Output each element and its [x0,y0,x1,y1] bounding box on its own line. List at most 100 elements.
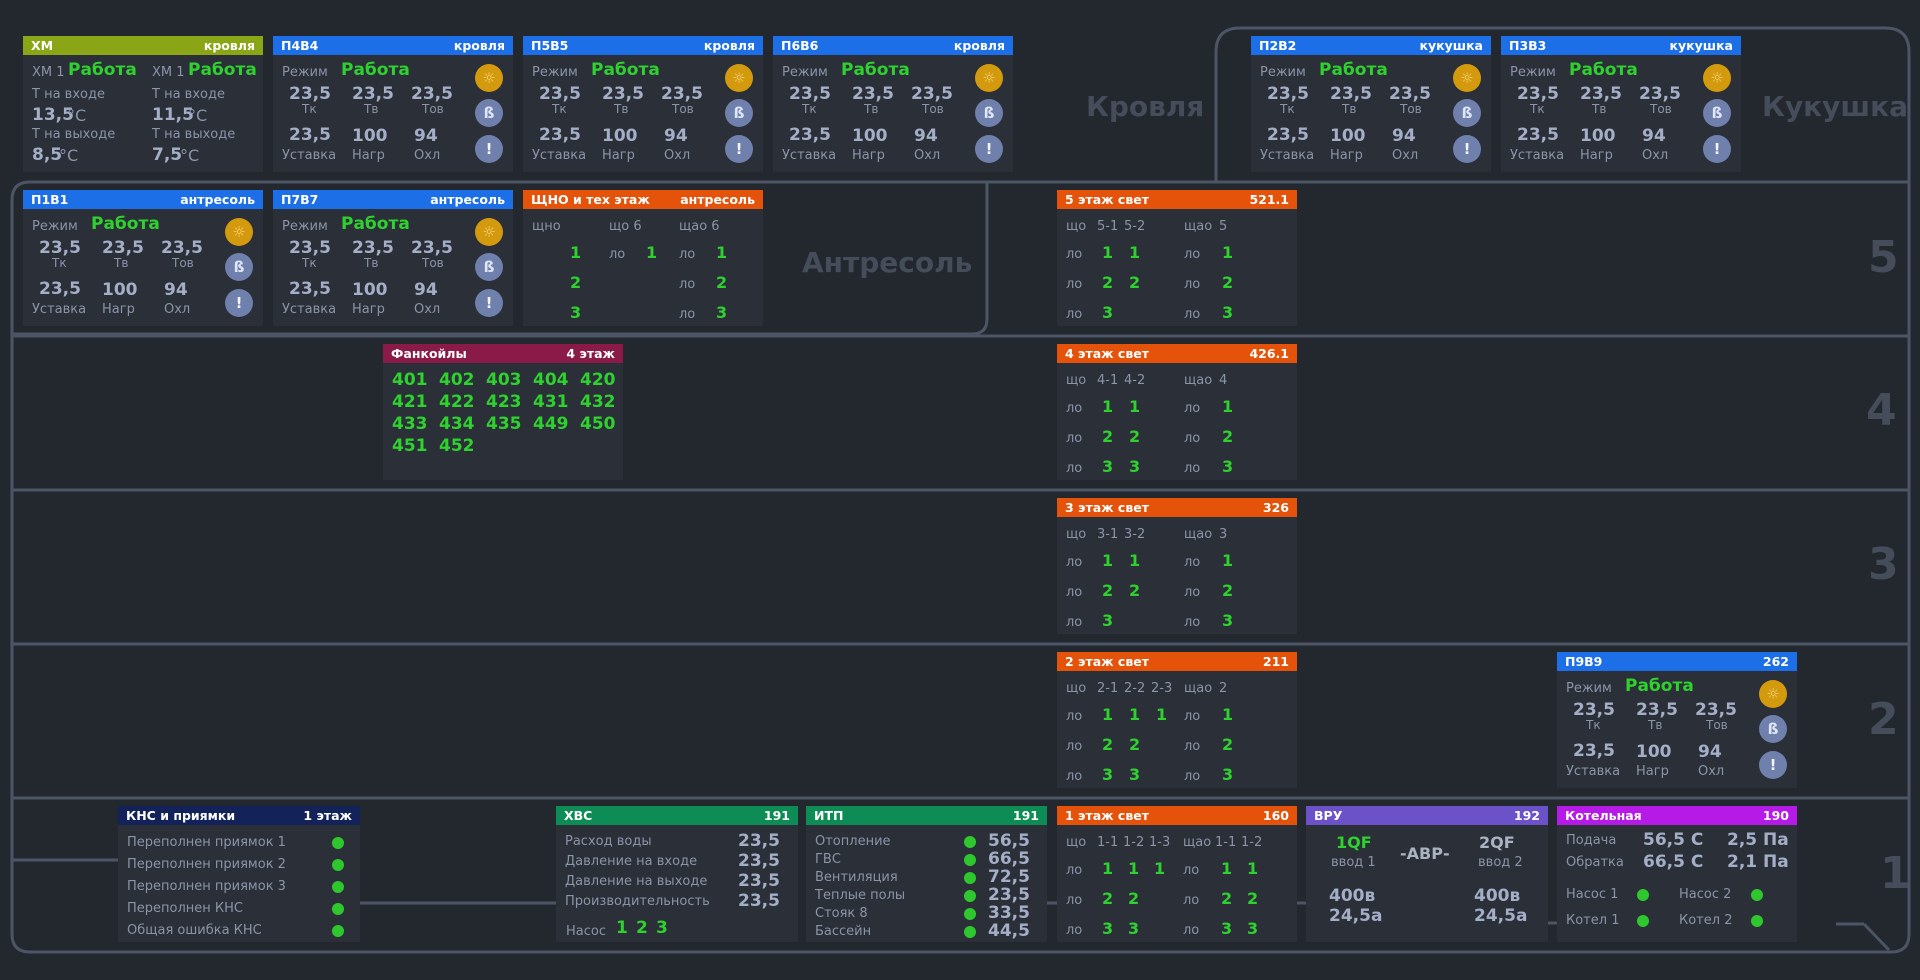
sun-icon[interactable]: ☼ [1453,64,1481,92]
sun-icon[interactable]: ☼ [725,64,753,92]
fan-icon[interactable]: ß [475,99,503,127]
fancoil-item[interactable]: 434 [439,416,475,433]
xm-panel[interactable]: ХМ кровля ХМ 1 Работа Т на входе 13,5 °C … [23,36,263,172]
vent-panel-p2v2[interactable]: П2В2 кукушка Режим Работа 23,5 Тк 23,5 Тв 23,5 То… [1251,36,1491,172]
kns-panel[interactable]: КНС и приямки 1 этаж Переполнен приямок 1… [118,806,360,942]
alarm-icon[interactable]: ! [975,135,1003,163]
circuit-value[interactable]: 1 [1102,399,1113,415]
alarm-icon[interactable]: ! [475,135,503,163]
circuit-value[interactable]: 1 [1129,245,1140,261]
circuit-value[interactable]: 1 [1222,399,1233,415]
circuit-value[interactable]: 1 [1221,861,1232,877]
fancoil-item[interactable]: 451 [392,438,428,455]
circuit-value[interactable]: 1 [1222,553,1233,569]
fancoil-item[interactable]: 421 [392,394,428,411]
circuit-value[interactable]: 1 [1129,553,1140,569]
circuit-value[interactable]: 1 [1102,245,1113,261]
circuit-value[interactable]: 1 [1154,861,1165,877]
vent-panel-p9v9[interactable]: П9В9 262 Режим Работа 23,5 Тк 23,5 Тв 23,5 Тов 23,… [1557,652,1797,788]
fancoil-item[interactable]: 449 [533,416,569,433]
circuit-value[interactable]: 3 [1128,921,1139,937]
circuit-value[interactable]: 2 [1102,583,1113,599]
sun-icon[interactable]: ☼ [475,218,503,246]
vru-panel[interactable]: ВРУ 192 1QF ввод 1 -АВР- 2QF ввод 2 400в … [1306,806,1548,942]
fancoil-item[interactable]: 420 [580,372,616,389]
fancoil-item[interactable]: 433 [392,416,428,433]
circuit-value[interactable]: 3 [1247,921,1258,937]
light-panel-floor-5[interactable]: 5 этаж свет 521.1 що 5-1 5-2 щао 5 ло 1 1 ло 1 ло 2 2 л… [1057,190,1297,326]
fancoil-item[interactable]: 452 [439,438,475,455]
fancoil-item[interactable]: 404 [533,372,569,389]
vent-panel-p1v1[interactable]: П1В1 антресоль Режим Работа 23,5 Тк 23,5 Тв 23,5… [23,190,263,326]
alarm-icon[interactable]: ! [725,135,753,163]
vent-panel-p7v7[interactable]: П7В7 антресоль Режим Работа 23,5 Тк 23,5 Тв 23,5… [273,190,513,326]
fancoil-item[interactable]: 432 [580,394,616,411]
circuit-value[interactable]: 1 [1102,553,1113,569]
alarm-icon[interactable]: ! [475,289,503,317]
circuit-value[interactable]: 2 [1221,891,1232,907]
boiler-panel[interactable]: Котельная 190 Подача 56,5 С 2,5 Па Обратк… [1557,806,1797,942]
vent-panel-p3v3[interactable]: П3В3 кукушка Режим Работа 23,5 Тк 23,5 Тв 23,5 То… [1501,36,1741,172]
sun-icon[interactable]: ☼ [475,64,503,92]
circuit-value[interactable]: 2 [1222,737,1233,753]
fan-icon[interactable]: ß [1453,99,1481,127]
fan-icon[interactable]: ß [1759,715,1787,743]
circuit-value[interactable]: 3 [1129,767,1140,783]
vent-panel-p4v4[interactable]: П4В4 кровля Режим Работа 23,5 Тк 23,5 Тв 23,5 Тов… [273,36,513,172]
fancoil-item[interactable]: 435 [486,416,522,433]
circuit-value[interactable]: 3 [1222,459,1233,475]
circuit-value[interactable]: 3 [1102,305,1113,321]
circuit-value[interactable]: 2 [1222,429,1233,445]
circuit-value[interactable]: 3 [1222,305,1233,321]
fan-icon[interactable]: ß [725,99,753,127]
circuit-value[interactable]: 2 [1247,891,1258,907]
itp-panel[interactable]: ИТП 191 Отопление 56,5 ГВС 66,5 Вентиляция 72,… [806,806,1047,942]
circuit-value[interactable]: 2 [1222,275,1233,291]
breaker-2qf[interactable]: 2QF [1479,835,1515,851]
circuit-value[interactable]: 3 [1102,921,1113,937]
circuit-value[interactable]: 2 [1129,737,1140,753]
circuit-value[interactable]: 2 [1129,583,1140,599]
pump-1[interactable]: 1 [616,920,628,937]
shno-panel[interactable]: ЩНО и тех этаж антресоль щно що 6 щао 6 1… [523,190,763,326]
circuit-value[interactable]: 3 [1129,459,1140,475]
circuit-value[interactable]: 3 [1222,613,1233,629]
pump-2[interactable]: 2 [636,920,648,937]
sun-icon[interactable]: ☼ [225,218,253,246]
fancoil-item[interactable]: 401 [392,372,428,389]
circuit-value[interactable]: 1 [1129,399,1140,415]
light-panel-floor-1[interactable]: 1 этаж свет 160 що 1-1 1-2 1-3 щао 1-1 1-2 ло 1 1 1… [1057,806,1297,942]
fan-icon[interactable]: ß [1703,99,1731,127]
circuit-value[interactable]: 2 [1102,737,1113,753]
light-panel-floor-3[interactable]: 3 этаж свет 326 що 3-1 3-2 щао 3 ло 1 1 ло 1 ло 2 2 ло 2… [1057,498,1297,634]
alarm-icon[interactable]: ! [1703,135,1731,163]
fancoil-item[interactable]: 431 [533,394,569,411]
fan-icon[interactable]: ß [475,253,503,281]
fan-icon[interactable]: ß [975,99,1003,127]
circuit-value[interactable]: 3 [1102,767,1113,783]
sun-icon[interactable]: ☼ [1703,64,1731,92]
fancoil-item[interactable]: 450 [580,416,616,433]
vent-panel-p6v6[interactable]: П6В6 кровля Режим Работа 23,5 Тк 23,5 Тв 23,5 Тов… [773,36,1013,172]
sun-icon[interactable]: ☼ [1759,680,1787,708]
circuit-value[interactable]: 1 [1102,861,1113,877]
fan-icon[interactable]: ß [225,253,253,281]
circuit-value[interactable]: 2 [1102,275,1113,291]
circuit-value[interactable]: 1 [1222,707,1233,723]
breaker-1qf[interactable]: 1QF [1336,835,1372,851]
circuit-value[interactable]: 1 [1247,861,1258,877]
sun-icon[interactable]: ☼ [975,64,1003,92]
circuit-value[interactable]: 1 [1222,245,1233,261]
fancoil-item[interactable]: 403 [486,372,522,389]
pump-3[interactable]: 3 [656,920,668,937]
vent-panel-p5v5[interactable]: П5В5 кровля Режим Работа 23,5 Тк 23,5 Тв 23,5 Тов… [523,36,763,172]
circuit-value[interactable]: 2 [1102,891,1113,907]
circuit-value[interactable]: 3 [1221,921,1232,937]
alarm-icon[interactable]: ! [1759,751,1787,779]
circuit-value[interactable]: 3 [1102,613,1113,629]
circuit-value[interactable]: 3 [1102,459,1113,475]
circuit-value[interactable]: 2 [1128,891,1139,907]
light-panel-floor-4[interactable]: 4 этаж свет 426.1 що 4-1 4-2 щао 4 ло 1 1 ло 1 ло 2 2 л… [1057,344,1297,480]
fancoil-item[interactable]: 423 [486,394,522,411]
light-panel-floor-2[interactable]: 2 этаж свет 211 що 2-1 2-2 2-3 щао 2 ло 1 1 1 ло 1 ло 2… [1057,652,1297,788]
